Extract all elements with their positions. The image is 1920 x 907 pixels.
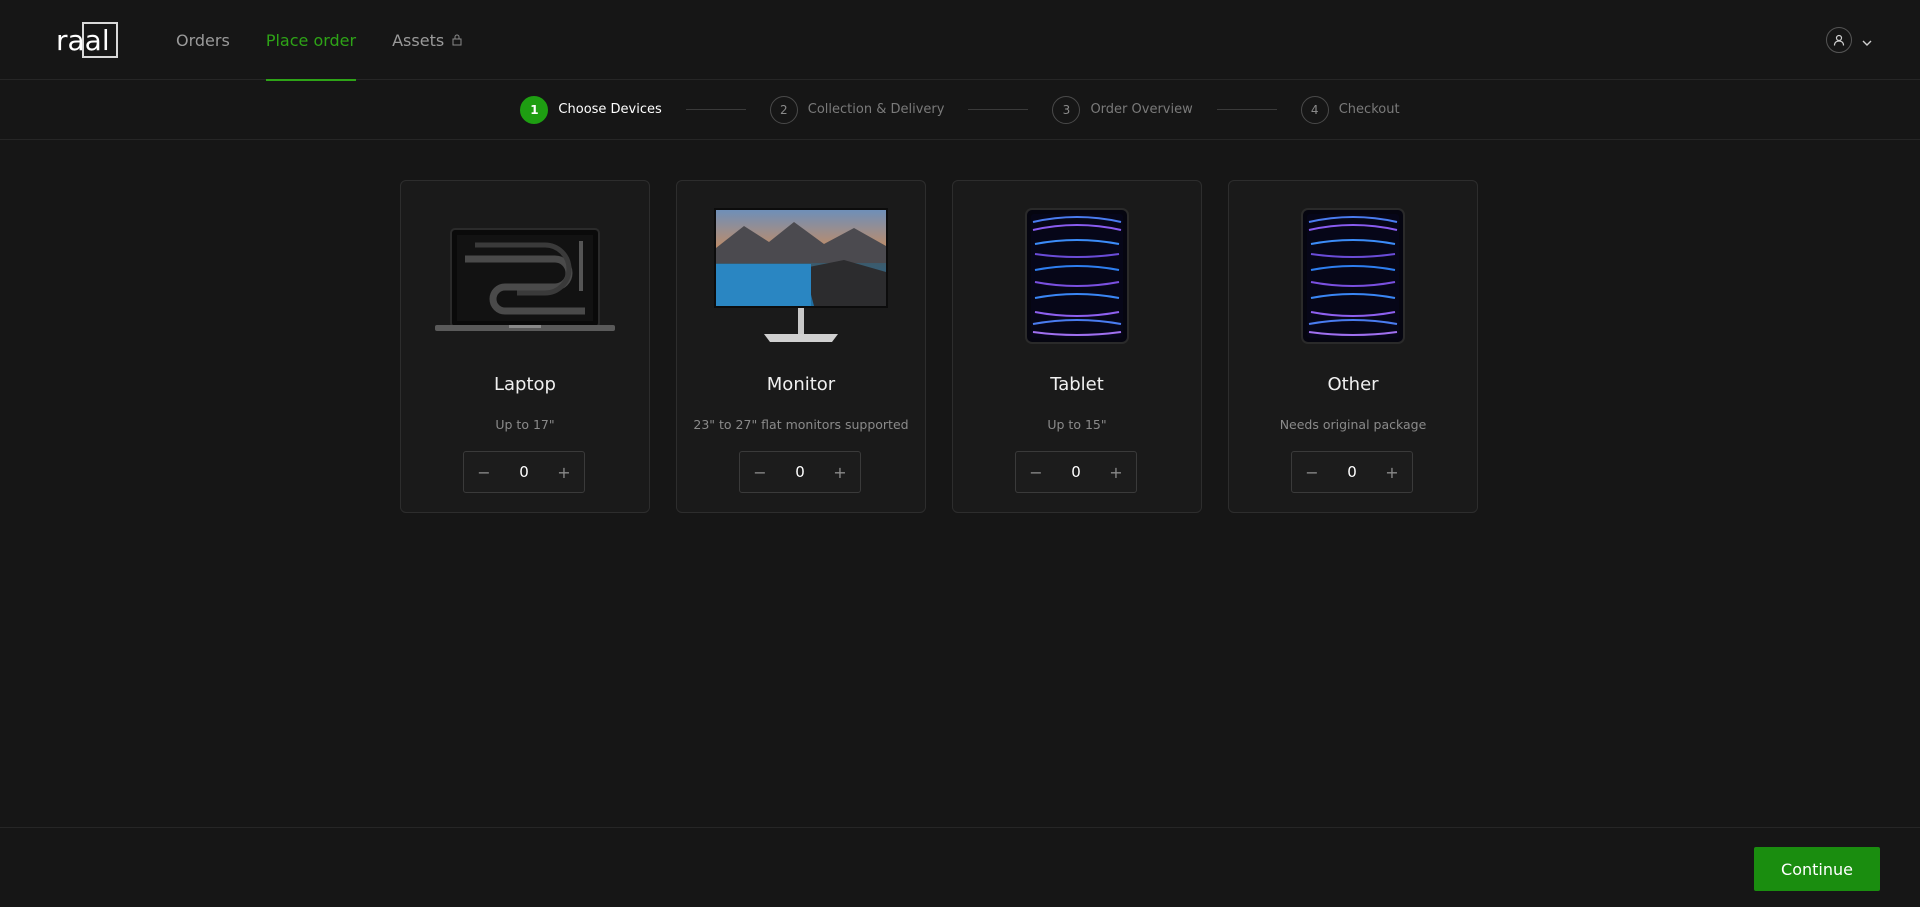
increment-button[interactable]: +	[544, 452, 584, 492]
card-description: 23" to 27" flat monitors supported	[693, 417, 909, 432]
step-number: 2	[769, 95, 798, 124]
step-order-overview[interactable]: 3 Order Overview	[1052, 95, 1193, 124]
quantity-stepper: − 0 +	[739, 451, 861, 493]
device-card-other[interactable]: Other Needs original package − 0 +	[1228, 180, 1478, 513]
decrement-button[interactable]: −	[1292, 452, 1332, 492]
user-icon	[1826, 27, 1852, 53]
step-number: 3	[1052, 95, 1081, 124]
step-collection-delivery[interactable]: 2 Collection & Delivery	[769, 95, 945, 124]
device-cards: Laptop Up to 17" − 0 + Monitor 23" to 27…	[400, 180, 1478, 513]
continue-button[interactable]: Continue	[1754, 847, 1880, 891]
increment-button[interactable]: +	[820, 452, 860, 492]
card-title: Monitor	[766, 374, 836, 395]
increment-button[interactable]: +	[1372, 452, 1412, 492]
step-label: Checkout	[1338, 102, 1400, 117]
tablet-image	[953, 208, 1201, 344]
step-number: 1	[520, 95, 549, 124]
step-label: Order Overview	[1090, 102, 1193, 117]
decrement-button[interactable]: −	[464, 452, 504, 492]
order-stepper: 1 Choose Devices 2 Collection & Delivery…	[0, 80, 1920, 140]
step-divider	[968, 109, 1029, 110]
device-card-tablet[interactable]: Tablet Up to 15" − 0 +	[952, 180, 1202, 513]
quantity-stepper: − 0 +	[1015, 451, 1137, 493]
logo-frame	[82, 22, 118, 58]
card-description: Up to 15"	[1047, 417, 1107, 432]
quantity-value[interactable]: 0	[795, 463, 805, 481]
nav-assets[interactable]: Assets	[392, 0, 462, 80]
quantity-stepper: − 0 +	[1291, 451, 1413, 493]
step-label: Choose Devices	[558, 102, 662, 117]
footer-bar: Continue	[0, 827, 1920, 907]
device-card-laptop[interactable]: Laptop Up to 17" − 0 +	[400, 180, 650, 513]
nav-orders[interactable]: Orders	[176, 0, 230, 80]
logo[interactable]: raal	[56, 22, 118, 58]
quantity-value[interactable]: 0	[519, 463, 529, 481]
step-checkout[interactable]: 4 Checkout	[1300, 95, 1400, 124]
nav-orders-label: Orders	[176, 30, 230, 50]
card-title: Other	[1327, 374, 1379, 395]
card-description: Needs original package	[1279, 417, 1427, 432]
user-menu[interactable]	[1826, 27, 1872, 53]
step-divider	[685, 109, 746, 110]
monitor-image	[677, 208, 925, 342]
decrement-button[interactable]: −	[1016, 452, 1056, 492]
laptop-image	[401, 211, 649, 341]
step-choose-devices[interactable]: 1 Choose Devices	[520, 95, 662, 124]
step-divider	[1216, 109, 1277, 110]
decrement-button[interactable]: −	[740, 452, 780, 492]
lock-icon	[452, 34, 462, 46]
device-card-monitor[interactable]: Monitor 23" to 27" flat monitors support…	[676, 180, 926, 513]
quantity-stepper: − 0 +	[463, 451, 585, 493]
quantity-value[interactable]: 0	[1347, 463, 1357, 481]
top-header: raal Orders Place order Assets	[0, 0, 1920, 81]
step-number: 4	[1300, 95, 1329, 124]
nav-place-order-label: Place order	[265, 30, 357, 50]
nav-place-order[interactable]: Place order	[265, 0, 357, 81]
nav-assets-label: Assets	[392, 30, 445, 50]
main-nav: Orders Place order Assets	[176, 0, 498, 81]
card-title: Laptop	[494, 374, 556, 395]
card-title: Tablet	[1050, 374, 1104, 395]
card-description: Up to 17"	[495, 417, 555, 432]
step-label: Collection & Delivery	[807, 102, 945, 117]
other-device-image	[1229, 208, 1477, 344]
quantity-value[interactable]: 0	[1071, 463, 1081, 481]
increment-button[interactable]: +	[1096, 452, 1136, 492]
chevron-down-icon	[1862, 31, 1872, 50]
